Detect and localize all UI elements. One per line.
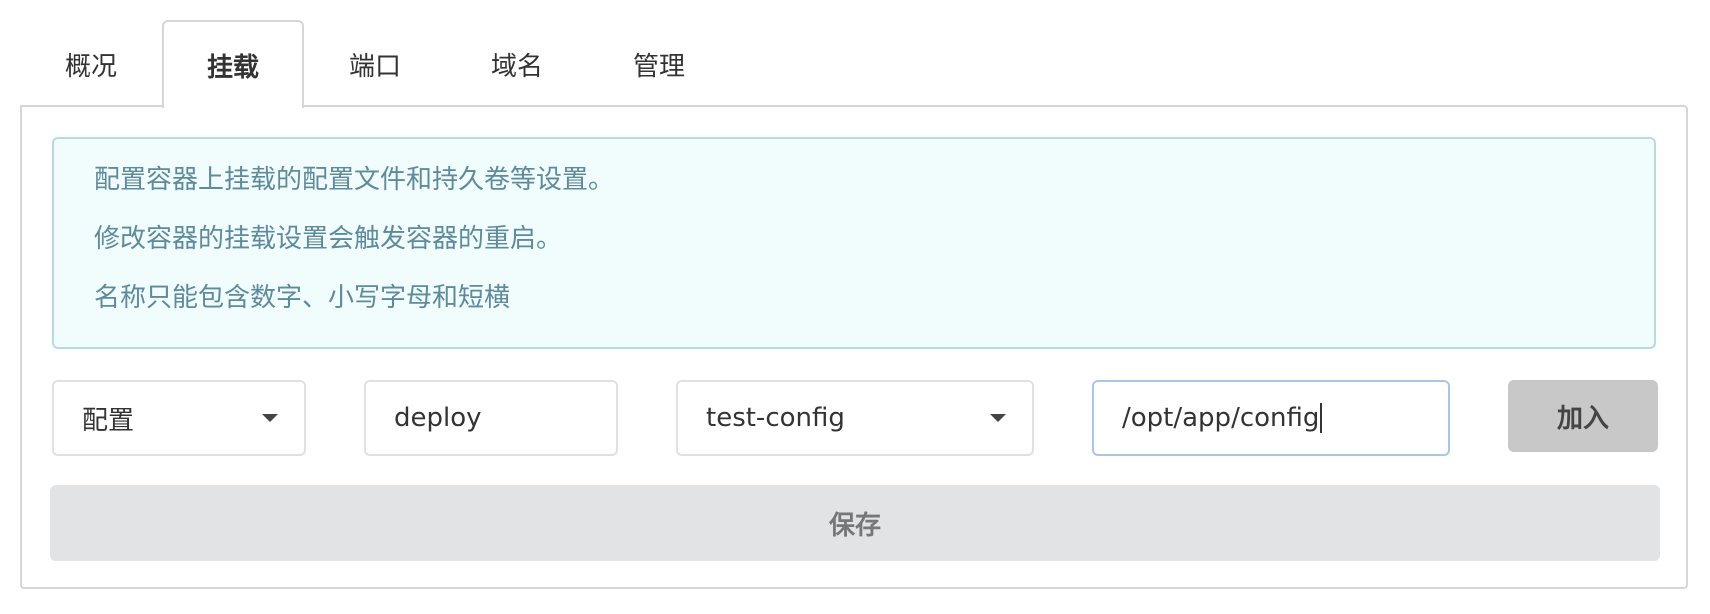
mount-name-input[interactable]: deploy <box>364 380 618 456</box>
mount-type-value: 配置 <box>82 405 135 436</box>
info-line: 修改容器的挂载设置会触发容器的重启。 <box>94 224 563 254</box>
config-select[interactable]: test-config <box>676 380 1034 456</box>
tab-bar: 概况 挂载 端口 域名 管理 <box>20 20 730 108</box>
mount-path-input[interactable]: /opt/app/config <box>1092 380 1450 456</box>
chevron-down-icon <box>990 414 1006 422</box>
mount-path-wrap: /opt/app/config <box>1122 403 1448 434</box>
tab-manage[interactable]: 管理 <box>588 20 730 106</box>
config-select-value: test-config <box>706 403 845 433</box>
mounts-panel: 配置容器上挂载的配置文件和持久卷等设置。 修改容器的挂载设置会触发容器的重启。 … <box>20 105 1688 589</box>
add-mount-button[interactable]: 加入 <box>1508 380 1658 452</box>
mount-type-select[interactable]: 配置 <box>52 380 306 456</box>
tab-overview[interactable]: 概况 <box>20 20 162 106</box>
info-line: 配置容器上挂载的配置文件和持久卷等设置。 <box>94 165 615 195</box>
tab-domains[interactable]: 域名 <box>446 20 588 106</box>
text-cursor <box>1320 403 1323 434</box>
info-line: 名称只能包含数字、小写字母和短横 <box>94 283 511 313</box>
save-button[interactable]: 保存 <box>50 485 1660 561</box>
tab-ports[interactable]: 端口 <box>304 20 446 106</box>
chevron-down-icon <box>262 414 278 422</box>
mount-name-value: deploy <box>394 403 482 433</box>
info-alert: 配置容器上挂载的配置文件和持久卷等设置。 修改容器的挂载设置会触发容器的重启。 … <box>52 137 1656 349</box>
tab-mounts[interactable]: 挂载 <box>162 20 304 108</box>
mount-path-value: /opt/app/config <box>1122 402 1320 433</box>
